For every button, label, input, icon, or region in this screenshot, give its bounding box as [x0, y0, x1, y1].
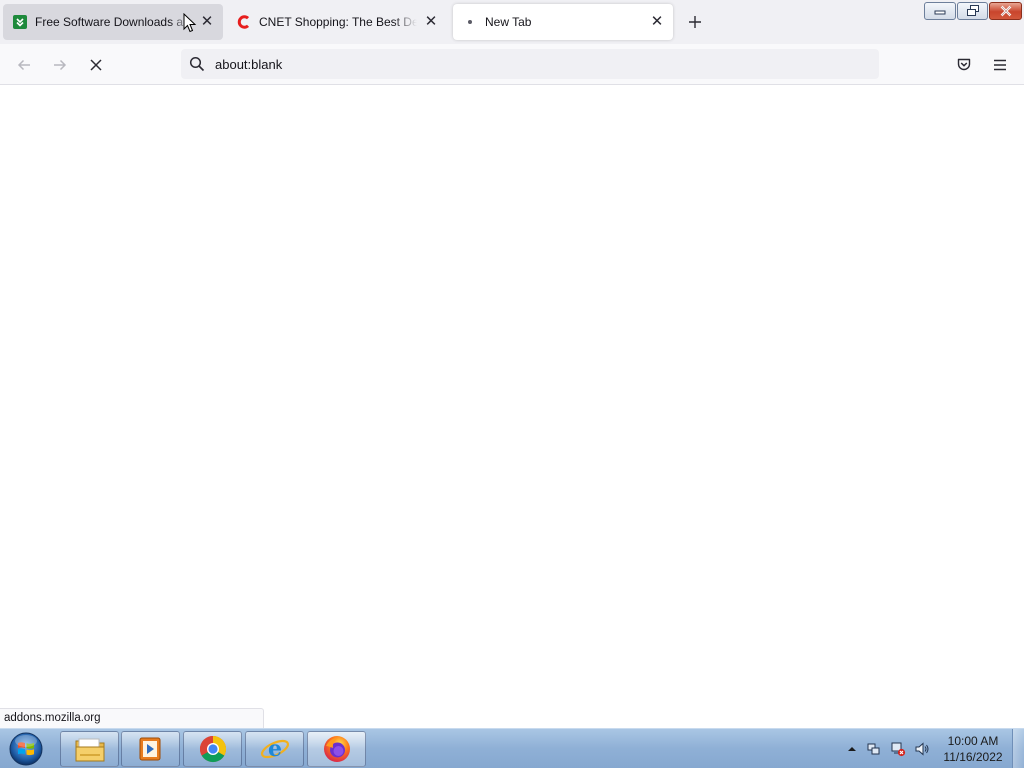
restore-icon — [966, 5, 979, 16]
volume-icon[interactable] — [914, 741, 930, 757]
show-hidden-icons-button[interactable] — [844, 741, 860, 757]
taskbar-clock[interactable]: 10:00 AM 11/16/2022 — [936, 733, 1010, 765]
search-icon — [189, 56, 205, 72]
close-icon — [1000, 5, 1011, 17]
windows-taskbar: e 10:00 AM 11/16/2022 — [0, 728, 1024, 768]
cnet-shopping-icon — [237, 15, 251, 29]
restore-button[interactable] — [957, 2, 988, 20]
windows-start-icon — [9, 732, 43, 766]
back-arrow-icon — [17, 59, 30, 71]
folder-icon — [75, 738, 104, 762]
cnet-download-icon — [13, 15, 27, 29]
close-tab-icon[interactable]: ✕ — [199, 14, 215, 30]
network-icon[interactable] — [890, 741, 906, 757]
tab-strip: Free Software Downloads and Reviews for … — [0, 0, 1024, 44]
tab-cnet-shopping[interactable]: CNET Shopping: The Best Deals on Tech ✕ — [227, 4, 447, 40]
stop-button[interactable] — [82, 52, 110, 78]
tab-title: CNET Shopping: The Best Deals on Tech — [259, 15, 417, 29]
taskbar-firefox-button[interactable] — [307, 731, 366, 767]
tab-title: New Tab — [485, 15, 532, 29]
tab-new-tab[interactable]: New Tab ✕ — [453, 4, 673, 40]
internet-explorer-icon: e — [260, 736, 289, 762]
close-tab-icon[interactable]: ✕ — [423, 14, 439, 30]
taskbar-media-player-button[interactable] — [121, 731, 180, 767]
loading-dot-icon — [463, 15, 477, 29]
minimize-icon — [934, 10, 946, 15]
tab-title: Free Software Downloads and Reviews for … — [35, 15, 193, 29]
app-menu-button[interactable] — [986, 52, 1014, 78]
firefox-icon — [323, 736, 350, 762]
new-tab-button[interactable] — [683, 10, 707, 34]
back-button[interactable] — [10, 52, 38, 78]
page-content — [0, 85, 1024, 728]
action-center-icon[interactable] — [866, 741, 882, 757]
clock-time: 10:00 AM — [947, 734, 999, 748]
taskbar-chrome-button[interactable] — [183, 731, 242, 767]
start-button[interactable] — [6, 731, 46, 767]
pocket-icon — [957, 58, 971, 71]
status-panel: addons.mozilla.org — [0, 708, 264, 728]
show-desktop-button[interactable] — [1012, 729, 1024, 768]
chevron-up-icon — [848, 747, 856, 751]
clock-date: 11/16/2022 — [943, 750, 1003, 764]
plus-icon — [689, 16, 701, 28]
chrome-icon — [199, 735, 226, 763]
stop-icon — [90, 59, 102, 71]
url-input[interactable] — [215, 56, 815, 72]
svg-text:e: e — [268, 736, 282, 762]
close-window-button[interactable] — [989, 2, 1022, 20]
media-player-icon — [139, 737, 160, 761]
close-tab-icon[interactable]: ✕ — [649, 14, 665, 30]
taskbar-ie-button[interactable]: e — [245, 731, 304, 767]
navigation-toolbar — [0, 44, 1024, 85]
forward-button[interactable] — [46, 52, 74, 78]
forward-arrow-icon — [54, 59, 67, 71]
minimize-button[interactable] — [924, 2, 956, 20]
hamburger-menu-icon — [994, 59, 1006, 71]
pocket-button[interactable] — [950, 52, 978, 78]
address-bar[interactable] — [181, 49, 879, 79]
taskbar-explorer-button[interactable] — [60, 731, 119, 767]
mouse-cursor-icon — [183, 13, 197, 33]
